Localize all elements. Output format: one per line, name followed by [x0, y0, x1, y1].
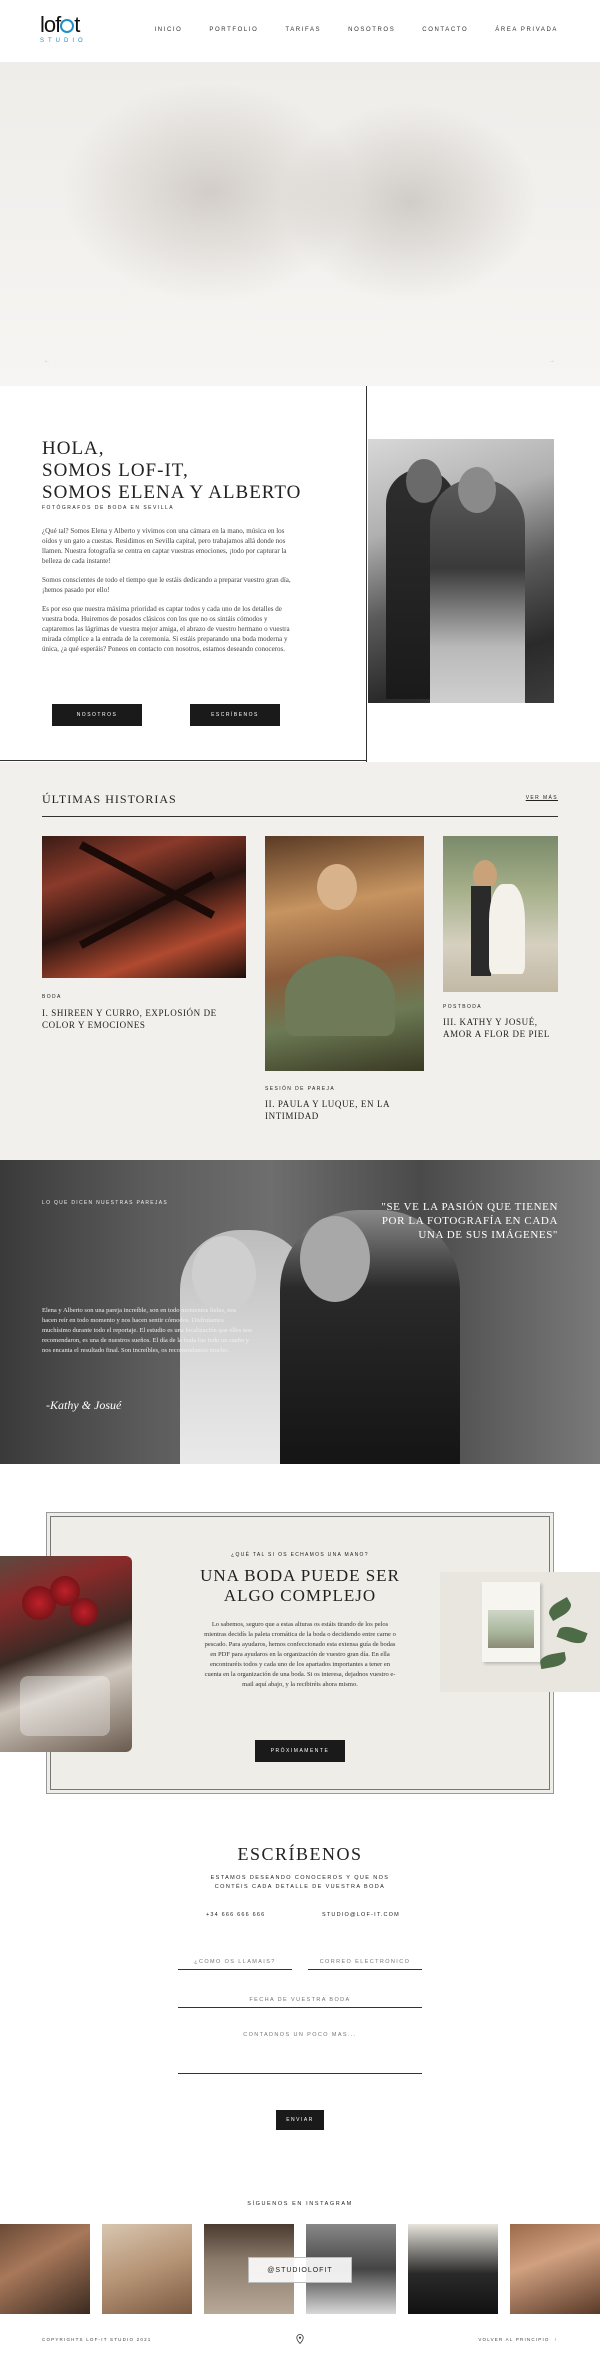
story-title-1[interactable]: I. SHIREEN Y CURRO, EXPLOSIÓN DE COLOR Y… — [42, 1007, 252, 1031]
story-category-1: BODA — [42, 994, 62, 1000]
couple-photo — [368, 439, 554, 703]
about-title: HOLA, SOMOS LOF-IT, SOMOS ELENA Y ALBERT… — [42, 438, 342, 504]
hero-slider: ← → — [0, 62, 600, 386]
logo-subtitle: STUDIO — [40, 38, 87, 44]
site-footer: COPYRIGHTS LOF-IT STUDIO 2021 VOLVER AL … — [0, 2326, 600, 2353]
logo[interactable]: lof t STUDIO — [40, 14, 100, 50]
nav-item-nosotros[interactable]: NOSOTROS — [348, 27, 395, 33]
photo-shape-4 — [458, 467, 496, 513]
nav-item-tarifas[interactable]: TARIFAS — [285, 27, 321, 33]
email-input[interactable] — [308, 1954, 422, 1970]
slider-next-icon[interactable]: → — [549, 358, 556, 364]
logo-text-left: lof — [40, 12, 61, 37]
contact-section: ESCRÍBENOS ESTAMOS DESEANDO CONOCEROS Y … — [0, 1804, 600, 2174]
name-input[interactable] — [178, 1954, 292, 1970]
guide-description: Lo sabemos, seguro que a estas alturas o… — [204, 1621, 396, 1688]
contact-title: ESCRÍBENOS — [237, 1844, 363, 1864]
testimonial-text: Elena y Alberto son una pareja increíble… — [42, 1307, 252, 1354]
stories-title: ÚLTIMAS HISTORIAS — [42, 792, 177, 806]
proximamente-button[interactable]: PRÓXIMAMENTE — [255, 1740, 345, 1762]
stories-divider — [42, 816, 558, 817]
photo-shape-23 — [556, 1623, 588, 1647]
nav-item-contacto[interactable]: CONTACTO — [422, 27, 468, 33]
nosotros-button[interactable]: NOSOTROS — [52, 704, 142, 726]
stories-section: ÚLTIMAS HISTORIAS VER MÁS BODA I. SHIREE… — [0, 762, 600, 1160]
about-title-line2: SOMOS LOF-IT, — [42, 460, 189, 481]
main-nav: INICIO PORTFOLIO TARIFAS NOSOTROS CONTAC… — [127, 27, 558, 33]
about-subtitle: FOTÓGRAFOS DE BODA EN SEVILLA — [42, 505, 175, 511]
about-paragraph-2: Somos conscientes de todo el tiempo que … — [42, 576, 291, 594]
story-category-2: SESIÓN DE PAREJA — [265, 1086, 336, 1092]
contact-intro-line2: CONTÉIS CADA DETALLE DE VUESTRA BODA — [214, 1884, 386, 1890]
photo-shape-15 — [300, 1216, 370, 1302]
contact-email[interactable]: STUDIO@LOF-IT.COM — [322, 1912, 400, 1918]
about-title-line3: SOMOS ELENA Y ALBERTO — [42, 482, 302, 503]
photo-shape-11 — [489, 884, 525, 974]
story-category-3: POSTBODA — [443, 1004, 482, 1010]
ver-mas-link[interactable]: VER MÁS — [526, 795, 558, 801]
photo-shape-3 — [406, 459, 442, 503]
about-paragraph-3: Es por eso que nuestra máxima prioridad … — [42, 605, 290, 653]
photo-shape-22 — [546, 1596, 574, 1622]
copyright: COPYRIGHTS LOF-IT STUDIO 2021 — [42, 2337, 152, 2342]
guide-title-line2: ALGO COMPLEJO — [223, 1586, 377, 1605]
contact-phone[interactable]: +34 666 666 666 — [206, 1912, 265, 1918]
photo-shape-7 — [317, 864, 357, 910]
contact-intro-line1: ESTAMOS DESEANDO CONOCEROS Y QUE NOS — [210, 1875, 390, 1881]
slider-prev-icon[interactable]: ← — [44, 358, 51, 364]
nav-item-area-privada[interactable]: ÁREA PRIVADA — [495, 27, 558, 33]
story-image-1[interactable] — [42, 836, 246, 978]
photo-shape-8 — [285, 956, 395, 1036]
back-to-top-link[interactable]: VOLVER AL PRINCIPIO ↑ — [478, 2337, 558, 2342]
story-title-3[interactable]: III. KATHY Y JOSUÉ, AMOR A FLOR DE PIEL — [443, 1016, 558, 1040]
message-textarea[interactable] — [178, 2032, 422, 2074]
hero-image-faded-2 — [280, 102, 540, 302]
nav-item-inicio[interactable]: INICIO — [154, 27, 182, 33]
instagram-post-2[interactable] — [102, 2224, 192, 2314]
testimonial-section: LO QUE DICEN NUESTRAS PAREJAS "SE VE LA … — [0, 1160, 600, 1464]
logo-text-right: t — [74, 12, 80, 37]
story-image-3[interactable] — [443, 836, 558, 992]
photo-shape-21 — [488, 1610, 534, 1648]
arrow-up-icon: ↑ — [554, 2337, 558, 2342]
story-image-2[interactable] — [265, 836, 424, 1071]
testimonial-signature: -Kathy & Josué — [46, 1398, 122, 1412]
story-title-2[interactable]: II. PAULA Y LUQUE, EN LA INTIMIDAD — [265, 1098, 405, 1122]
logo-ring-icon — [60, 19, 75, 33]
location-pin-icon — [296, 2334, 304, 2344]
photo-shape-14 — [192, 1236, 256, 1312]
divider-horizontal — [0, 760, 366, 761]
guide-booklet-photo — [440, 1572, 600, 1692]
escribenos-button[interactable]: ESCRÍBENOS — [190, 704, 280, 726]
about-title-line1: HOLA, — [42, 438, 105, 459]
guide-lead: ¿QUÉ TAL SI OS ECHAMOS UNA MANO? — [231, 1552, 369, 1558]
nav-item-portfolio[interactable]: PORTFOLIO — [209, 27, 258, 33]
guide-title-line1: UNA BODA PUEDE SER — [200, 1566, 400, 1585]
photo-shape-24 — [539, 1651, 567, 1670]
about-paragraph-1: ¿Qué tal? Somos Elena y Alberto y vivimo… — [42, 527, 287, 565]
photo-shape-20 — [482, 1582, 540, 1662]
instagram-title: SÍGUENOS EN INSTAGRAM — [247, 2201, 353, 2207]
site-header: lof t STUDIO INICIO PORTFOLIO TARIFAS NOS… — [0, 0, 600, 62]
wedding-date-input[interactable] — [178, 1992, 422, 2008]
back-to-top-label: VOLVER AL PRINCIPIO — [478, 2337, 550, 2342]
divider-vertical — [366, 386, 367, 762]
testimonial-quote: "SE VE LA PASIÓN QUE TIENEN POR LA FOTOG… — [381, 1201, 558, 1241]
instagram-post-5[interactable] — [408, 2224, 498, 2314]
photo-shape-10 — [471, 886, 491, 976]
guide-section: ¿QUÉ TAL SI OS ECHAMOS UNA MANO? UNA BOD… — [0, 1464, 600, 1804]
instagram-post-6[interactable] — [510, 2224, 600, 2314]
about-section: HOLA, SOMOS LOF-IT, SOMOS ELENA Y ALBERT… — [0, 386, 600, 762]
about-body: ¿Qué tal? Somos Elena y Alberto y vivimo… — [42, 526, 300, 663]
testimonial-label: LO QUE DICEN NUESTRAS PAREJAS — [42, 1200, 168, 1206]
enviar-button[interactable]: ENVIAR — [276, 2110, 324, 2130]
photo-shape-19 — [20, 1676, 110, 1736]
instagram-handle[interactable]: @STUDIOLOFIT — [248, 2257, 352, 2283]
contact-intro: ESTAMOS DESEANDO CONOCEROS Y QUE NOS CON… — [0, 1874, 600, 1892]
instagram-post-1[interactable] — [0, 2224, 90, 2314]
